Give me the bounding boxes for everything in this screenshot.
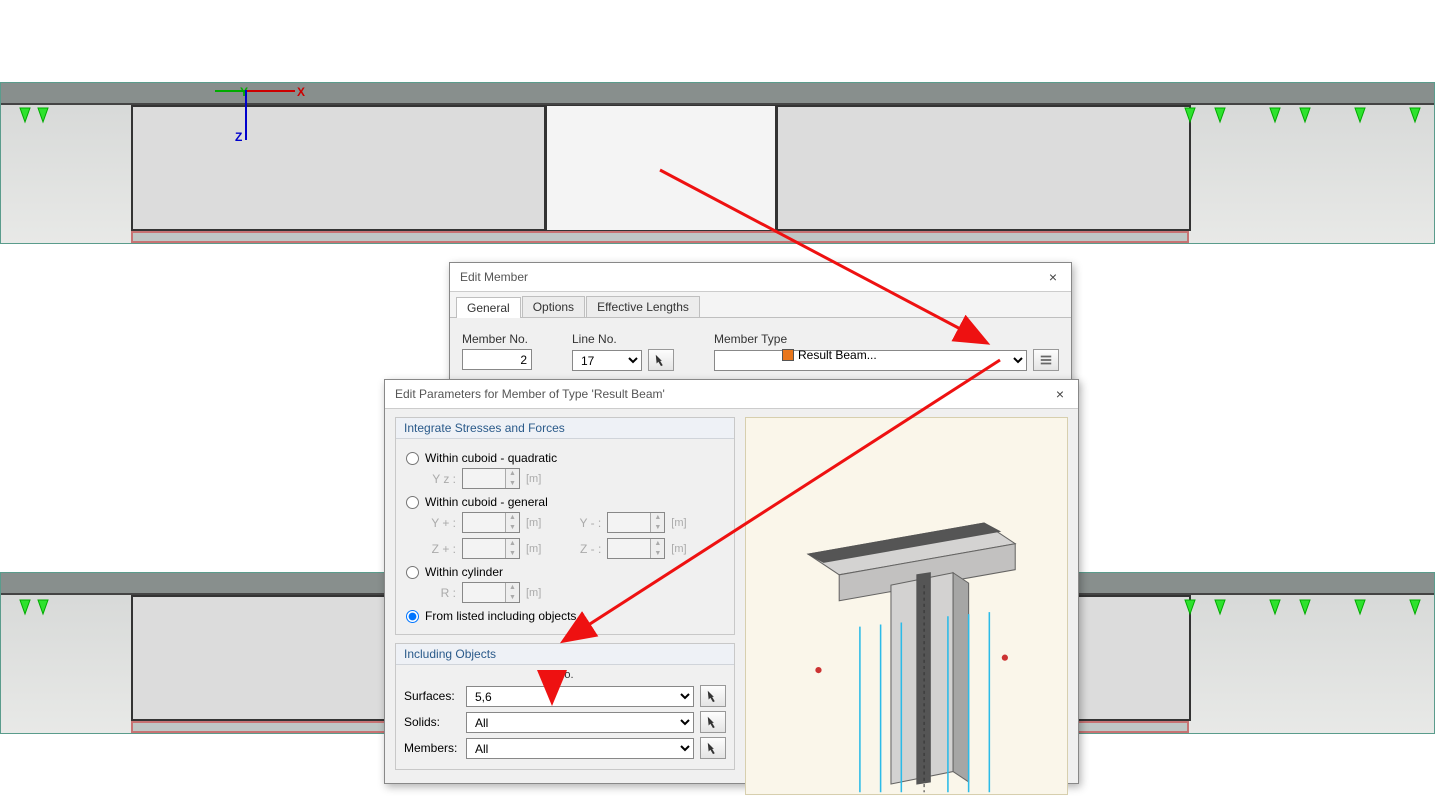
edit-member-title: Edit Member	[460, 270, 1045, 284]
params-left-panel: Integrate Stresses and Forces Within cub…	[385, 409, 745, 803]
general-z-row: Z + : ▲▼ [m] Z - : ▲▼ [m]	[428, 538, 724, 559]
edit-member-tabs: General Options Effective Lengths	[450, 292, 1071, 318]
group-integrate: Integrate Stresses and Forces Within cub…	[395, 417, 735, 635]
radio-quadratic-row[interactable]: Within cuboid - quadratic	[406, 451, 724, 465]
member-type-label: Member Type	[714, 332, 1059, 346]
pick-line-button[interactable]	[648, 349, 674, 371]
line-no-label: Line No.	[572, 332, 674, 346]
radio-from-listed-label: From listed including objects	[425, 609, 576, 623]
line-no-select[interactable]: 17	[572, 350, 642, 371]
edit-member-dialog: Edit Member × General Options Effective …	[449, 262, 1072, 389]
web-1	[131, 105, 546, 231]
edit-params-body: Integrate Stresses and Forces Within cub…	[385, 409, 1078, 803]
edit-member-content: Member No. Line No. 17 Member	[450, 318, 1071, 388]
zminus-label: Z - :	[573, 542, 601, 556]
radio-cylinder[interactable]	[406, 566, 419, 579]
group-objects-title: Including Objects	[396, 644, 734, 665]
pick-icon	[706, 741, 720, 755]
web-3	[776, 105, 1191, 231]
tab-options[interactable]: Options	[522, 296, 585, 317]
pick-members-button[interactable]	[700, 737, 726, 759]
radio-cylinder-label: Within cylinder	[425, 565, 503, 579]
pick-solids-button[interactable]	[700, 711, 726, 733]
general-y-row: Y + : ▲▼ [m] Y - : ▲▼ [m]	[428, 512, 724, 533]
members-row: Members: All	[404, 737, 726, 759]
members-select[interactable]: All	[466, 738, 694, 759]
web-2	[546, 105, 776, 231]
solids-select[interactable]: All	[466, 712, 694, 733]
objects-no-header: No.	[404, 669, 726, 681]
member-no-input[interactable]	[462, 349, 532, 370]
group-integrate-title: Integrate Stresses and Forces	[396, 418, 734, 439]
yminus-label: Y - :	[573, 516, 601, 530]
member-no-field-group: Member No.	[462, 332, 532, 370]
radio-general-row[interactable]: Within cuboid - general	[406, 495, 724, 509]
edit-params-title: Edit Parameters for Member of Type 'Resu…	[395, 387, 1052, 401]
tab-general[interactable]: General	[456, 297, 521, 318]
pick-icon	[654, 353, 668, 367]
radio-quadratic[interactable]	[406, 452, 419, 465]
params-preview-pane	[745, 417, 1068, 795]
close-icon[interactable]: ×	[1045, 269, 1061, 285]
line-no-field-group: Line No. 17	[572, 332, 674, 376]
pick-surfaces-button[interactable]	[700, 685, 726, 707]
group-including-objects: Including Objects No. Surfaces: 5,6 Soli…	[395, 643, 735, 770]
surfaces-row: Surfaces: 5,6	[404, 685, 726, 707]
cylinder-r-row: R : ▲▼ [m]	[428, 582, 724, 603]
pick-icon	[706, 689, 720, 703]
r-label: R :	[428, 586, 456, 600]
yz-label: Y z :	[428, 472, 456, 486]
surfaces-select[interactable]: 5,6	[466, 686, 694, 707]
spin-up-icon: ▲	[505, 469, 519, 479]
member-no-label: Member No.	[462, 332, 532, 346]
settings-icon	[1039, 353, 1053, 367]
solids-row: Solids: All	[404, 711, 726, 733]
close-icon[interactable]: ×	[1052, 386, 1068, 402]
bottom-flange	[131, 231, 1189, 243]
model-view-upper	[0, 82, 1435, 244]
member-type-settings-button[interactable]	[1033, 349, 1059, 371]
radio-quadratic-label: Within cuboid - quadratic	[425, 451, 557, 465]
quadratic-yz-row: Y z : ▲▼ [m]	[428, 468, 724, 489]
axis-z-label: Z	[235, 130, 242, 144]
radio-from-listed-row[interactable]: From listed including objects	[406, 609, 724, 623]
spin-down-icon: ▼	[505, 479, 519, 489]
members-label: Members:	[404, 741, 460, 755]
edit-params-dialog: Edit Parameters for Member of Type 'Resu…	[384, 379, 1079, 784]
tab-effective-lengths[interactable]: Effective Lengths	[586, 296, 700, 317]
yz-unit: [m]	[526, 473, 541, 485]
radio-general[interactable]	[406, 496, 419, 509]
solids-label: Solids:	[404, 715, 460, 729]
result-beam-preview-icon	[746, 418, 1067, 794]
radio-general-label: Within cuboid - general	[425, 495, 548, 509]
axis-x-label: X	[297, 85, 305, 99]
pick-icon	[706, 715, 720, 729]
radio-cylinder-row[interactable]: Within cylinder	[406, 565, 724, 579]
member-type-select[interactable]	[714, 350, 1027, 371]
yplus-label: Y + :	[428, 516, 456, 530]
surfaces-label: Surfaces:	[404, 689, 460, 703]
edit-member-titlebar[interactable]: Edit Member ×	[450, 263, 1071, 292]
radio-from-listed[interactable]	[406, 610, 419, 623]
deck-slab	[1, 83, 1434, 105]
member-type-field-group: Member Type	[714, 332, 1059, 376]
edit-params-titlebar[interactable]: Edit Parameters for Member of Type 'Resu…	[385, 380, 1078, 409]
zplus-label: Z + :	[428, 542, 456, 556]
